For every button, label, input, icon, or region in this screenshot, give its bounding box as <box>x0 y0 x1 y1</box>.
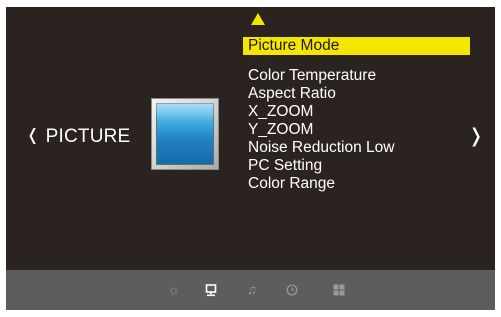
menu-item-picture-mode[interactable]: Picture Mode <box>243 37 470 55</box>
menu-item-noise-reduction[interactable]: Noise Reduction Low <box>243 139 470 157</box>
monitor-tab-icon[interactable] <box>203 282 219 298</box>
triangle-up-icon[interactable] <box>251 13 265 25</box>
picture-menu-list: Picture Mode Color Temperature Aspect Ra… <box>243 37 470 193</box>
clock-icon[interactable] <box>284 282 300 298</box>
menu-item-y-zoom[interactable]: Y_ZOOM <box>243 121 470 139</box>
category-tab-bar: ☼ ♫ <box>6 270 495 310</box>
main-panel: ❬ PICTURE Picture Mode Color Temperature … <box>6 7 495 270</box>
music-note-icon[interactable]: ♫ <box>244 282 260 298</box>
monitor-screen <box>156 103 214 165</box>
menu-item-color-range[interactable]: Color Range <box>243 175 470 193</box>
category-selector[interactable]: ❬ PICTURE <box>26 125 130 148</box>
menu-item-aspect-ratio[interactable]: Aspect Ratio <box>243 85 470 103</box>
menu-item-color-temperature[interactable]: Color Temperature <box>243 67 470 85</box>
menu-item-pc-setting[interactable]: PC Setting <box>243 157 470 175</box>
sun-icon[interactable]: ☼ <box>166 282 182 298</box>
chevron-left-icon[interactable]: ❬ <box>26 125 40 145</box>
grid-icon[interactable] <box>331 282 347 298</box>
category-title: PICTURE <box>45 126 131 147</box>
menu-item-x-zoom[interactable]: X_ZOOM <box>243 103 470 121</box>
osd-menu: ❬ PICTURE Picture Mode Color Temperature … <box>6 7 495 310</box>
monitor-icon <box>151 98 219 170</box>
chevron-right-icon[interactable]: ❭ <box>468 125 484 148</box>
